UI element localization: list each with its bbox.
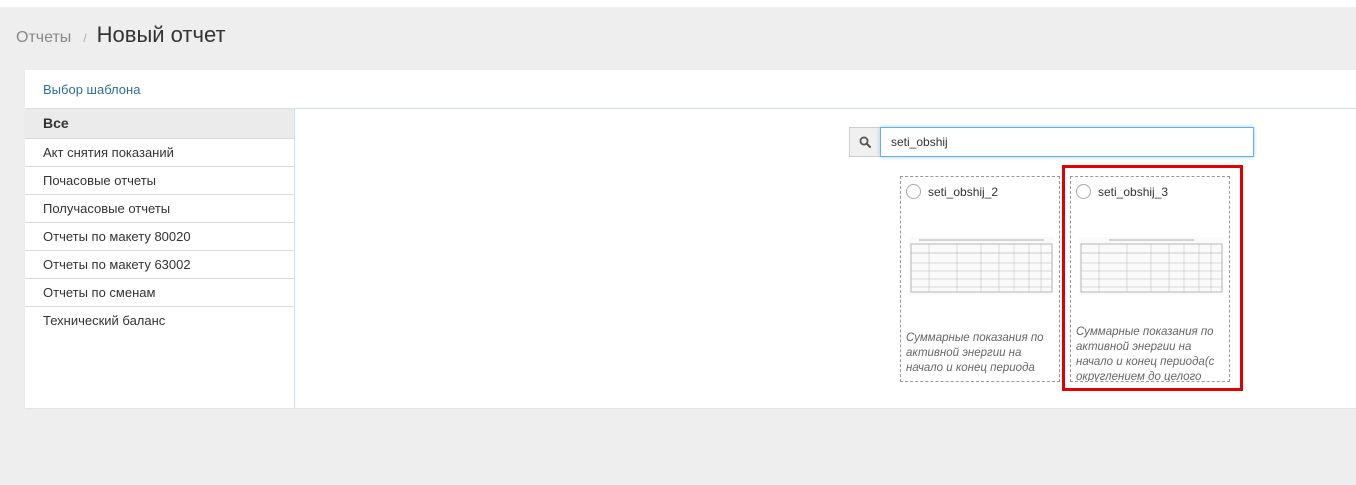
category-list: Все Акт снятия показаний Почасовые отчет… <box>25 109 295 408</box>
breadcrumb-parent-link[interactable]: Отчеты <box>16 29 71 47</box>
breadcrumb-separator: / <box>83 31 87 45</box>
panel-title: Выбор шаблона <box>43 82 141 97</box>
template-radio[interactable] <box>1076 184 1091 199</box>
category-item[interactable]: Почасовые отчеты <box>25 167 294 195</box>
category-item[interactable]: Отчеты по сменам <box>25 279 294 307</box>
panel-header: Выбор шаблона <box>25 70 1356 109</box>
category-item[interactable]: Отчеты по макету 80020 <box>25 223 294 251</box>
template-panel: Выбор шаблона Все Акт снятия показаний П… <box>25 70 1356 408</box>
category-item[interactable]: Отчеты по макету 63002 <box>25 251 294 279</box>
template-card[interactable]: seti_obshij_2 Суммарные показания по акт… <box>900 176 1060 382</box>
search-input[interactable] <box>880 127 1254 157</box>
template-preview-thumbnail <box>1079 237 1224 295</box>
template-radio[interactable] <box>906 184 921 199</box>
search-group <box>849 127 1254 157</box>
breadcrumb: Отчеты / Новый отчет <box>16 22 226 52</box>
category-item[interactable]: Получасовые отчеты <box>25 195 294 223</box>
search-icon[interactable] <box>849 127 880 157</box>
template-description: Суммарные показания по активной энергии … <box>1076 326 1215 382</box>
template-description: Суммарные показания по активной энергии … <box>906 332 1044 374</box>
category-item[interactable]: Технический баланс <box>25 307 294 334</box>
template-name: seti_obshij_2 <box>928 185 999 199</box>
category-item[interactable]: Акт снятия показаний <box>25 139 294 167</box>
template-card[interactable]: seti_obshij_3 Суммарные показания по акт… <box>1070 176 1230 382</box>
template-name: seti_obshij_3 <box>1098 185 1169 199</box>
template-preview-thumbnail <box>909 237 1054 295</box>
category-item-all[interactable]: Все <box>25 109 294 139</box>
page-title: Новый отчет <box>96 22 226 47</box>
